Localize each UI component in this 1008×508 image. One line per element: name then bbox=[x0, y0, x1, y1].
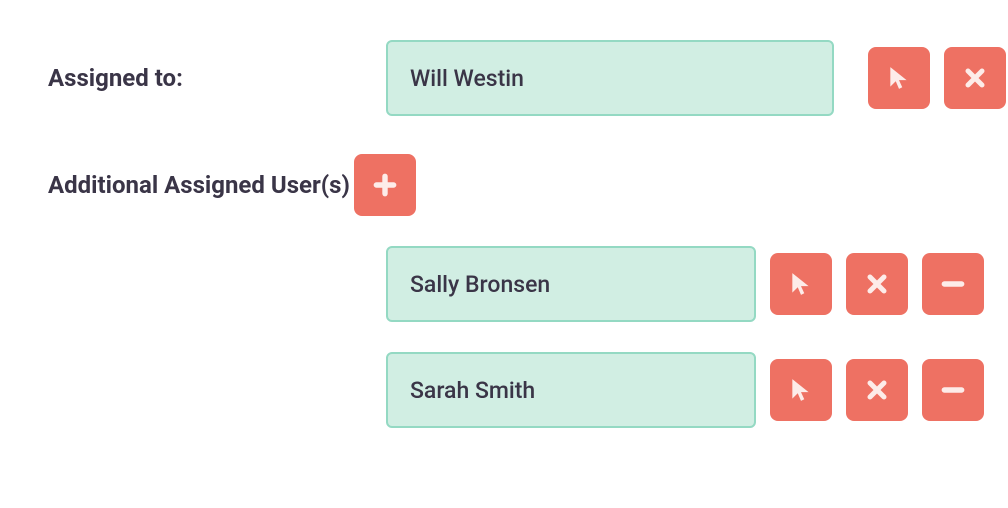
assigned-user-field[interactable]: Will Westin bbox=[386, 40, 834, 116]
plus-icon bbox=[372, 172, 398, 198]
additional-user-field[interactable]: Sally Bronsen bbox=[386, 246, 756, 322]
select-user-button[interactable] bbox=[770, 359, 832, 421]
additional-user-row: Sally Bronsen bbox=[386, 246, 1008, 322]
add-user-button[interactable] bbox=[354, 154, 416, 216]
cursor-icon bbox=[788, 377, 814, 403]
remove-user-button[interactable] bbox=[922, 359, 984, 421]
clear-user-button[interactable] bbox=[846, 359, 908, 421]
additional-users-list: Sally Bronsen Sarah Smith bbox=[386, 246, 1008, 428]
additional-users-header: Additional Assigned User(s) bbox=[48, 154, 1008, 216]
cursor-icon bbox=[886, 65, 912, 91]
minus-icon bbox=[940, 271, 966, 297]
additional-user-field[interactable]: Sarah Smith bbox=[386, 352, 756, 428]
remove-user-button[interactable] bbox=[922, 253, 984, 315]
cursor-icon bbox=[788, 271, 814, 297]
minus-icon bbox=[940, 377, 966, 403]
assigned-to-label: Assigned to: bbox=[48, 64, 386, 92]
additional-user-name: Sarah Smith bbox=[410, 377, 535, 404]
clear-user-button[interactable] bbox=[944, 47, 1006, 109]
additional-users-label: Additional Assigned User(s) bbox=[48, 171, 354, 199]
assigned-user-name: Will Westin bbox=[410, 65, 524, 92]
additional-user-name: Sally Bronsen bbox=[410, 271, 550, 298]
close-icon bbox=[865, 272, 889, 296]
select-user-button[interactable] bbox=[868, 47, 930, 109]
close-icon bbox=[963, 66, 987, 90]
close-icon bbox=[865, 378, 889, 402]
assigned-to-row: Assigned to: Will Westin bbox=[48, 40, 1008, 116]
additional-user-row: Sarah Smith bbox=[386, 352, 1008, 428]
assigned-to-field-group: Will Westin bbox=[386, 40, 1006, 116]
clear-user-button[interactable] bbox=[846, 253, 908, 315]
select-user-button[interactable] bbox=[770, 253, 832, 315]
